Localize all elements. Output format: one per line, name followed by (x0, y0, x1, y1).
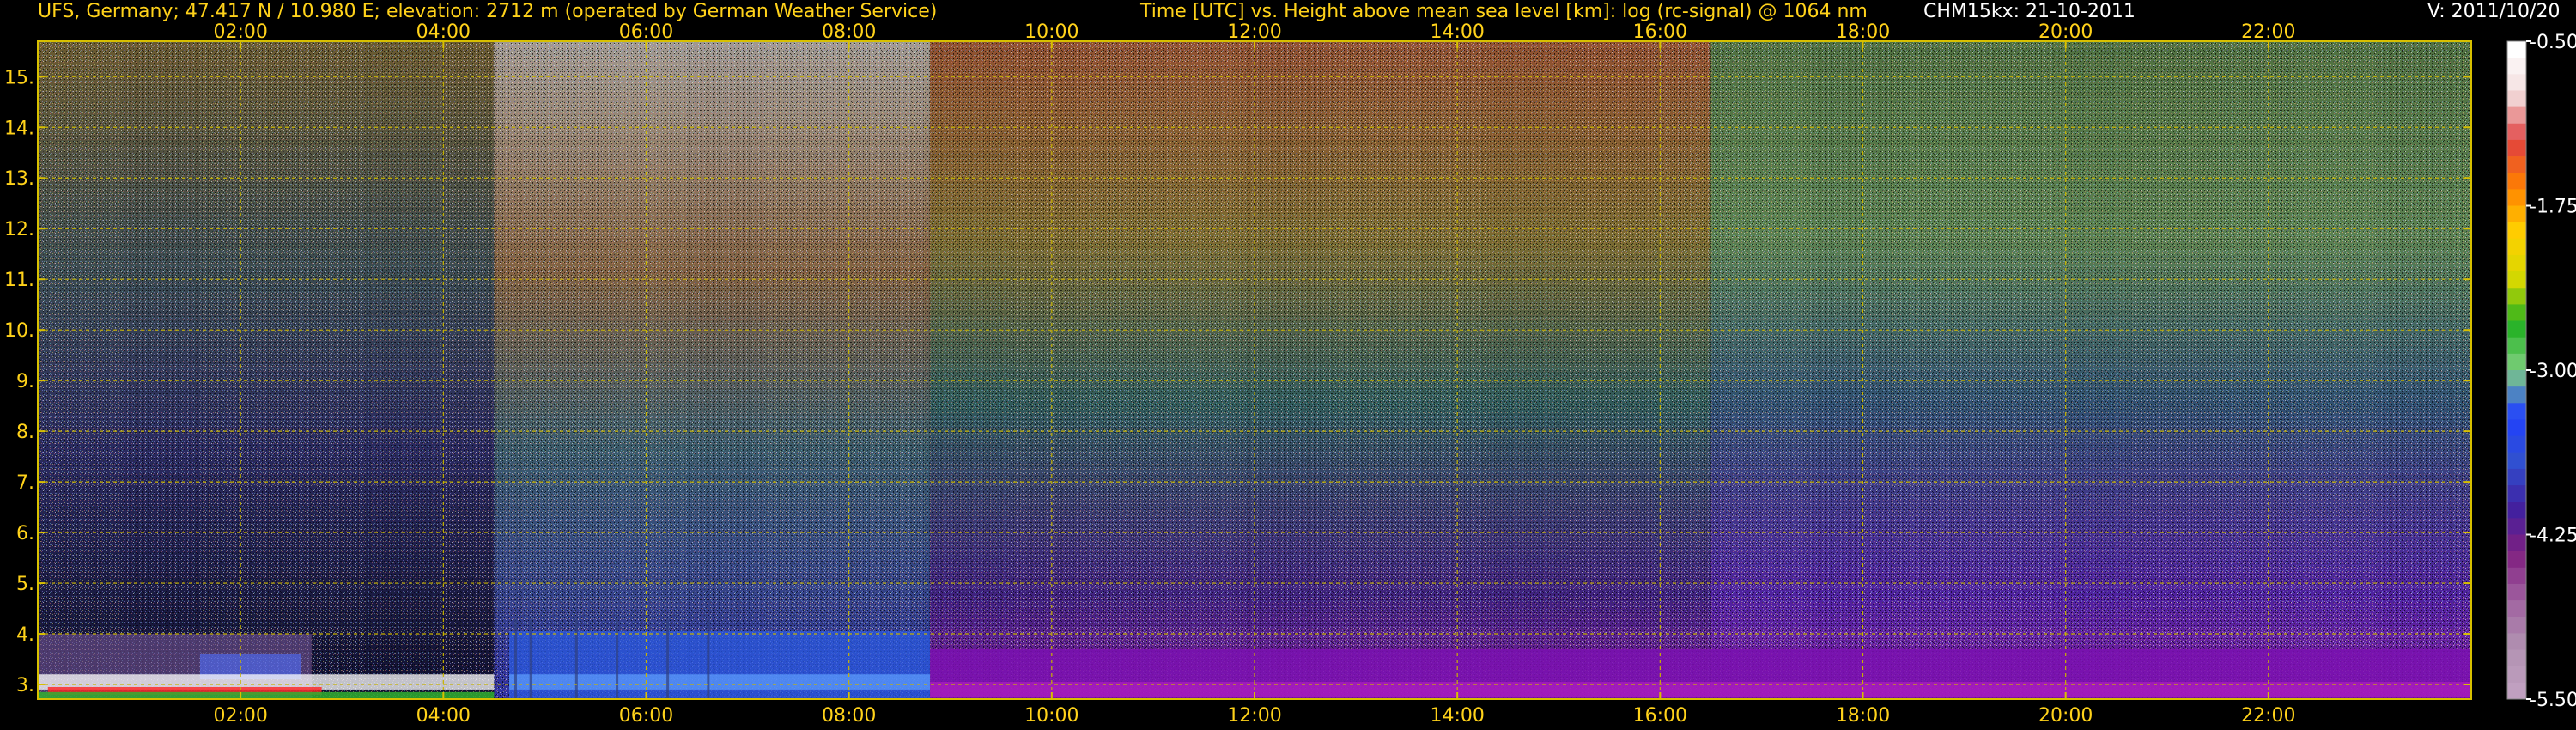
x-tick-label-top: 04:00 (416, 21, 471, 43)
colorbar-cell (2507, 583, 2526, 601)
x-tick-label-top: 22:00 (2241, 21, 2295, 43)
station-info: UFS, Germany; 47.417 N / 10.980 E; eleva… (38, 1, 937, 22)
x-tick-label-top: 02:00 (213, 21, 267, 43)
colorbar-cell (2507, 600, 2526, 617)
x-tick-label-bottom: 14:00 (1430, 705, 1484, 727)
colorbar-cell (2507, 468, 2526, 486)
colorbar-cell (2507, 106, 2526, 125)
x-tick-label-bottom: 12:00 (1227, 705, 1281, 727)
colorbar-cell (2507, 567, 2526, 585)
colorbar-cell (2507, 502, 2526, 519)
x-tick-label-top: 08:00 (822, 21, 876, 43)
y-tick-label: 6. (16, 523, 34, 544)
x-tick-label-bottom: 20:00 (2038, 705, 2093, 727)
colorbar-tick-label: -1.75 (2530, 197, 2576, 218)
colorbar-cell (2507, 666, 2526, 684)
y-tick-label: 10. (4, 320, 34, 342)
colorbar-cell (2507, 617, 2526, 634)
colorbar-cell (2507, 551, 2526, 569)
colorbar-cell (2507, 518, 2526, 535)
ground-return-layer (38, 691, 495, 699)
colorbar-tick-label: -3.00 (2530, 361, 2576, 382)
plot-area (37, 40, 2472, 700)
y-tick-label: 7. (16, 472, 34, 494)
colorbar-cell (2507, 682, 2526, 700)
colorbar-cell (2507, 403, 2526, 420)
x-tick-label-top: 20:00 (2038, 21, 2093, 43)
colorbar-cell (2507, 386, 2526, 404)
colorbar-cell (2507, 222, 2526, 240)
y-tick-label: 11. (4, 270, 34, 291)
colorbar-cell (2507, 173, 2526, 190)
y-tick-label: 14. (4, 118, 34, 139)
colorbar-cell (2507, 337, 2526, 355)
colorbar-cell (2507, 41, 2526, 58)
y-tick-label: 13. (4, 168, 34, 190)
colorbar-cell (2507, 320, 2526, 338)
signal-streak (574, 618, 578, 699)
x-tick-label-bottom: 06:00 (619, 705, 673, 727)
x-tick-label-top: 06:00 (619, 21, 673, 43)
x-tick-label-bottom: 02:00 (213, 705, 267, 727)
colorbar-cell (2507, 74, 2526, 91)
colorbar-cell (2507, 254, 2526, 272)
colorbar-cell (2507, 90, 2526, 108)
colorbar-cell (2507, 156, 2526, 173)
colorbar-cell (2507, 271, 2526, 289)
colorbar-tick-label: -5.50 (2530, 690, 2576, 711)
x-tick-label-top: 12:00 (1227, 21, 1281, 43)
x-tick-label-bottom: 08:00 (822, 705, 876, 727)
colorbar-cell (2507, 435, 2526, 453)
colorbar-cell (2507, 649, 2526, 667)
colorbar-cell (2507, 205, 2526, 223)
x-tick-label-bottom: 22:00 (2241, 705, 2295, 727)
signal-streak (616, 618, 619, 699)
colorbar-cell (2507, 288, 2526, 305)
colorbar-tick-label: -0.50 (2530, 32, 2576, 53)
colorbar-cell (2507, 304, 2526, 322)
colorbar-cell (2507, 419, 2526, 437)
colorbar-cell (2507, 485, 2526, 502)
y-tick-label: 4. (16, 624, 34, 646)
colorbar: -0.50 -1.75 -3.00 -4.25 -5.50 (2506, 32, 2576, 711)
signal-streak (529, 618, 532, 699)
x-tick-label-bottom: 10:00 (1024, 705, 1078, 727)
signal-streak (513, 618, 517, 699)
y-tick-label: 5. (16, 574, 34, 595)
x-tick-label-bottom: 18:00 (1836, 705, 1890, 727)
colorbar-cell (2507, 58, 2526, 75)
colorbar-cell (2507, 238, 2526, 256)
x-tick-label-top: 16:00 (1633, 21, 1687, 43)
y-tick-label: 3. (16, 675, 34, 697)
colorbar-cell (2507, 633, 2526, 651)
colorbar-cell (2507, 370, 2526, 387)
x-tick-label-top: 18:00 (1836, 21, 1890, 43)
instrument-date: CHM15kx: 21-10-2011 (1923, 1, 2136, 22)
morning-dense-layer (509, 674, 931, 690)
signal-streak (707, 618, 710, 699)
y-tick-label: 8. (16, 422, 34, 443)
ceilometer-chart: UFS, Germany; 47.417 N / 10.980 E; eleva… (4, 1, 2576, 727)
y-tick-label: 9. (16, 371, 34, 392)
colorbar-cell (2507, 452, 2526, 470)
x-tick-label-bottom: 16:00 (1633, 705, 1687, 727)
version-label: V: 2011/10/20 (2427, 1, 2560, 22)
colorbar-cell (2507, 139, 2526, 157)
colorbar-cell (2507, 534, 2526, 552)
chart-title: Time [UTC] vs. Height above mean sea lev… (1139, 1, 1868, 22)
x-tick-label-top: 14:00 (1430, 21, 1484, 43)
x-tick-label-bottom: 04:00 (416, 705, 471, 727)
colorbar-cell (2507, 123, 2526, 141)
colorbar-cell (2507, 353, 2526, 371)
signal-streak (666, 618, 670, 699)
y-tick-label: 15. (4, 67, 34, 88)
colorbar-tick-label: -4.25 (2530, 526, 2576, 547)
y-tick-label: 12. (4, 219, 34, 240)
colorbar-cell (2507, 189, 2526, 206)
x-tick-label-top: 10:00 (1024, 21, 1078, 43)
